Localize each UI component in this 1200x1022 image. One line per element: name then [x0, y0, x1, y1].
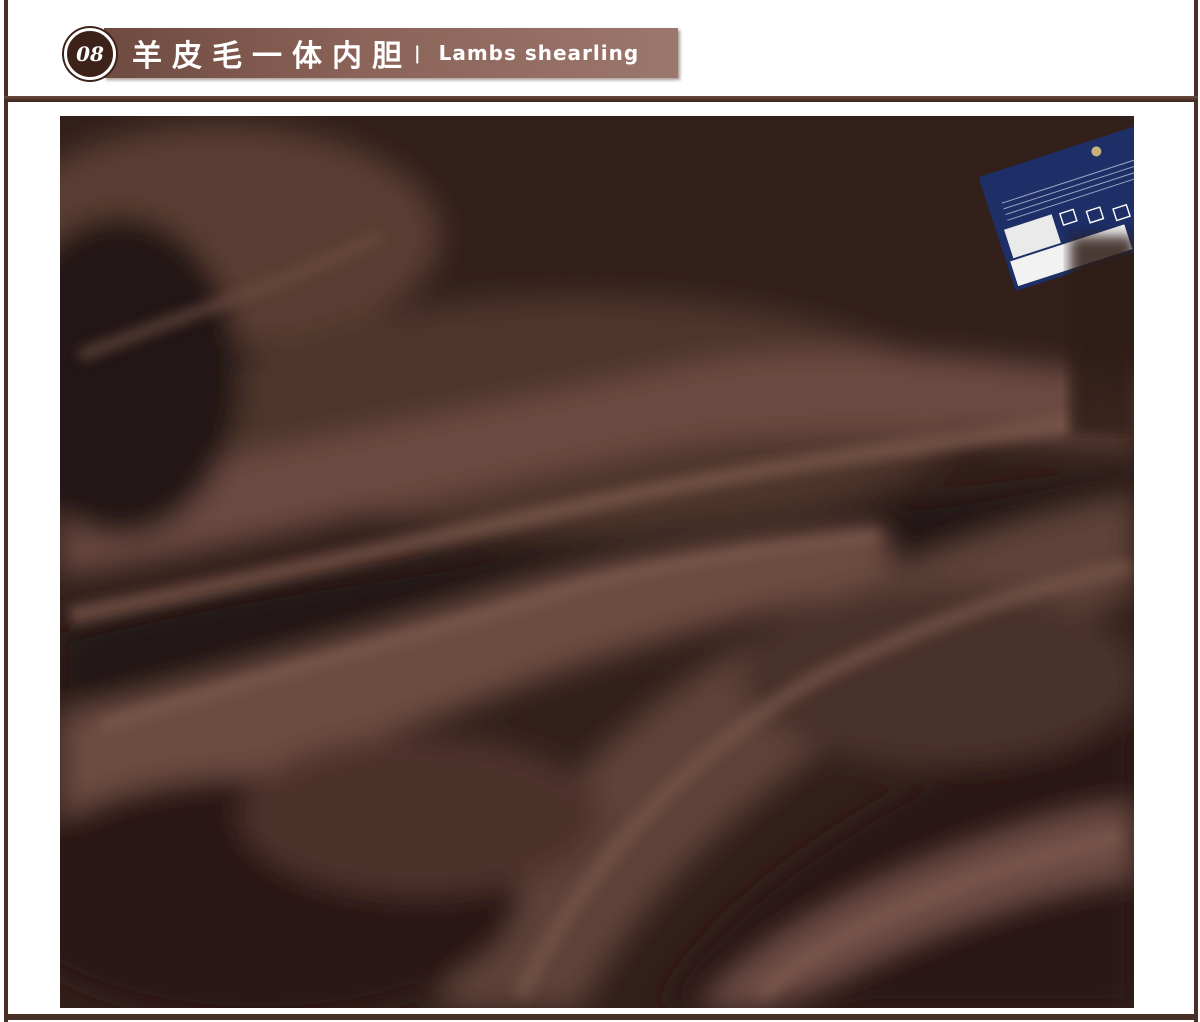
section-number-badge: 08	[64, 28, 116, 80]
page: 08 羊皮毛一体内胆 | Lambs shearling	[0, 0, 1200, 1022]
frame-left-border	[4, 0, 8, 1022]
fur-photo-illustration	[60, 116, 1134, 1008]
frame-right-border	[1194, 0, 1198, 1022]
header-divider	[4, 96, 1198, 102]
section-title-english: Lambs shearling	[438, 41, 640, 65]
section-title-bar: 羊皮毛一体内胆 | Lambs shearling	[104, 28, 678, 78]
footer-divider	[4, 1014, 1198, 1020]
section-title-chinese: 羊皮毛一体内胆	[132, 39, 412, 74]
title-separator: |	[414, 42, 421, 64]
fur-lining-photo	[60, 116, 1134, 1008]
